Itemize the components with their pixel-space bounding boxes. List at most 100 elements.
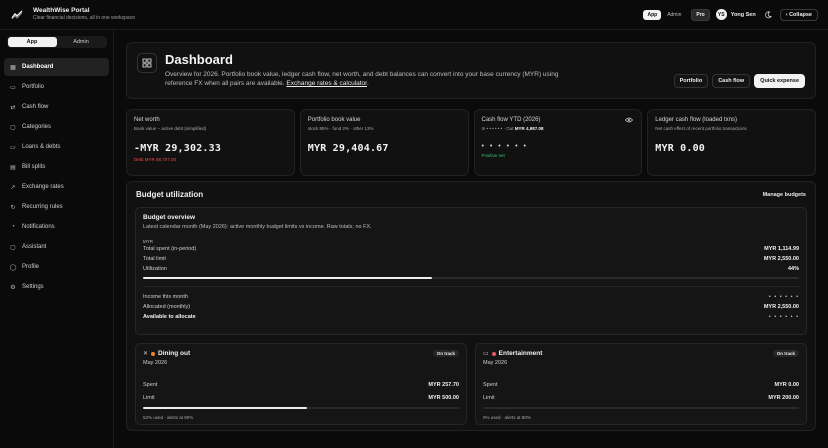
sidebar-item-label: Recurring rules: [22, 204, 63, 210]
sidebar-item-profile[interactable]: ◯ Profile: [4, 258, 109, 276]
row-value: MYR 2,550.00: [763, 256, 799, 262]
stat-title: Net worth: [134, 117, 160, 123]
stat-value: -MYR 29,302.33: [134, 143, 222, 154]
row-value: MYR 2,550.00: [763, 304, 799, 310]
stat-title: Ledger cash flow (loaded txns): [655, 117, 737, 123]
row-value-masked: • • • • • •: [768, 294, 799, 300]
sidebar-item-label: Notifications: [22, 224, 55, 230]
stat-value-masked: • • • • • •: [481, 143, 528, 150]
category-month: May 2026: [483, 360, 508, 366]
utilization-row: Utilization 44%: [143, 264, 799, 274]
category-header: ✕ Dining out: [143, 350, 459, 357]
category-rows: Spent MYR 257.70 Limit MYR 500.00: [143, 378, 459, 404]
sidebar-item-label: Bill splits: [22, 164, 46, 170]
sidebar-app-tab[interactable]: App: [7, 37, 57, 47]
user-menu[interactable]: YS Yong Sen: [715, 9, 756, 20]
sidebar-item-label: Exchange rates: [22, 184, 64, 190]
eye-icon[interactable]: [625, 117, 634, 125]
receipt-icon: ▤: [10, 164, 16, 171]
stat-title: Cash flow YTD (2026): [481, 117, 541, 123]
mode-switch: App Admin: [643, 9, 685, 20]
card-icon: ▭: [10, 144, 16, 151]
tag-icon: ▢: [10, 124, 16, 131]
section-title: Budget utilization: [136, 190, 204, 199]
budget-category-card[interactable]: ✕ Dining out On track May 2026 Spent MYR 257.…: [135, 343, 467, 425]
exchange-rates-link[interactable]: Exchange rates & calculator: [286, 80, 367, 87]
sidebar-item-portfolio[interactable]: ▭ Portfolio: [4, 78, 109, 96]
utensils-icon: ✕: [143, 351, 149, 357]
cash-flow-button[interactable]: Cash flow: [712, 73, 751, 88]
allocated-row: Allocated (monthly) MYR 2,550.00: [143, 302, 799, 312]
main-content: Dashboard Overview for 2026. Portfolio b…: [126, 42, 816, 431]
utilization-bar-fill: [143, 277, 432, 279]
chat-icon: ▢: [10, 244, 16, 251]
overview-description: Latest calendar month (May 2026): active…: [143, 224, 372, 230]
stat-subtitle: In • • • • • • · Out MYR 4,987.08: [482, 126, 635, 131]
debt-total: Debt MYR 58,707.00: [134, 157, 177, 162]
repeat-icon: ↻: [10, 204, 16, 211]
sidebar-item-settings[interactable]: ⚙ Settings: [4, 278, 109, 296]
net-worth-card: Net worth Book value − active debt (simp…: [126, 109, 295, 176]
category-usage-note: 0% used · alerts at 80%: [483, 415, 531, 420]
sidebar: App Admin ▦ Dashboard ▭ Portfolio ⇄ Cash flow…: [0, 30, 114, 448]
top-bar: WealthWise Portal Clear financial decisi…: [0, 0, 828, 30]
category-usage-note: 52% used · alerts at 80%: [143, 415, 194, 420]
page-description-suffix: .: [366, 80, 369, 87]
collapse-button[interactable]: ‹ Collapse: [779, 8, 818, 21]
sidebar-item-recurring-rules[interactable]: ↻ Recurring rules: [4, 198, 109, 216]
category-color-dot: [151, 351, 156, 356]
category-rows: Spent MYR 0.00 Limit MYR 200.00: [483, 378, 799, 404]
row-value: MYR 500.00: [428, 394, 459, 401]
row-label: Total limit: [143, 256, 166, 262]
trend-icon: ↗: [10, 184, 16, 191]
app-title: WealthWise Portal: [33, 7, 90, 14]
row-value: MYR 0.00: [774, 381, 799, 388]
status-badge: On track: [772, 350, 799, 357]
sidebar-item-loans-debts[interactable]: ▭ Loans & debts: [4, 138, 109, 156]
sidebar-item-categories[interactable]: ▢ Categories: [4, 118, 109, 136]
row-label: Spent: [483, 381, 498, 388]
sidebar-item-cash-flow[interactable]: ⇄ Cash flow: [4, 98, 109, 116]
sidebar-admin-tab[interactable]: Admin: [57, 37, 106, 47]
page-title: Dashboard: [165, 52, 233, 67]
brand: WealthWise Portal Clear financial decisi…: [33, 7, 135, 22]
theme-toggle-icon[interactable]: [762, 9, 774, 21]
category-name: Entertainment: [498, 350, 543, 357]
divider: [143, 286, 799, 287]
sidebar-item-assistant[interactable]: ▢ Assistant: [4, 238, 109, 256]
budget-category-card[interactable]: ▭ Entertainment On track May 2026 Spent MYR 0…: [475, 343, 807, 425]
portfolio-button[interactable]: Portfolio: [673, 73, 709, 88]
budget-header: Budget utilization Manage budgets: [135, 190, 807, 199]
sidebar-item-label: Loans & debts: [22, 144, 61, 150]
sidebar-switch: App Admin: [6, 36, 107, 48]
sidebar-item-bill-splits[interactable]: ▤ Bill splits: [4, 158, 109, 176]
sidebar-item-label: Cash flow: [22, 104, 49, 110]
gear-icon: ⚙: [10, 284, 16, 291]
page-description: Overview for 2026. Portfolio book value,…: [165, 70, 585, 88]
row-label: Utilization: [143, 266, 167, 272]
row-label: Available to allocate: [143, 314, 196, 320]
mode-app-button[interactable]: App: [643, 9, 662, 20]
total-limit-row: Total limit MYR 2,550.00: [143, 254, 799, 264]
sidebar-item-label: Categories: [22, 124, 52, 130]
utilization-bar: [143, 277, 799, 279]
plan-badge: Pro: [691, 8, 710, 21]
cash-out-value: MYR 4,987.08: [514, 126, 544, 131]
available-row: Available to allocate • • • • • •: [143, 312, 799, 322]
sidebar-item-exchange-rates[interactable]: ↗ Exchange rates: [4, 178, 109, 196]
avatar: YS: [715, 9, 727, 20]
sidebar-item-label: Portfolio: [22, 84, 45, 90]
budget-utilization-section: Budget utilization Manage budgets Budget…: [126, 181, 816, 431]
limit-row: Limit MYR 500.00: [143, 391, 459, 404]
quick-expense-button[interactable]: Quick expense: [754, 73, 805, 88]
folder-icon: ▭: [10, 84, 16, 91]
bell-icon: ◔: [11, 224, 15, 230]
manage-budgets-link[interactable]: Manage budgets: [763, 192, 806, 198]
portfolio-card: Portfolio book value stock 85% · fund 2%…: [299, 109, 469, 176]
limit-row: Limit MYR 200.00: [483, 391, 799, 404]
logo-icon: [10, 8, 24, 22]
mode-admin-button[interactable]: Admin: [663, 10, 685, 20]
sidebar-item-dashboard[interactable]: ▦ Dashboard: [4, 58, 109, 76]
sidebar-item-notifications[interactable]: ◔ Notifications: [4, 218, 109, 236]
top-actions: App Admin Pro YS Yong Sen ‹ Collapse: [643, 8, 818, 21]
